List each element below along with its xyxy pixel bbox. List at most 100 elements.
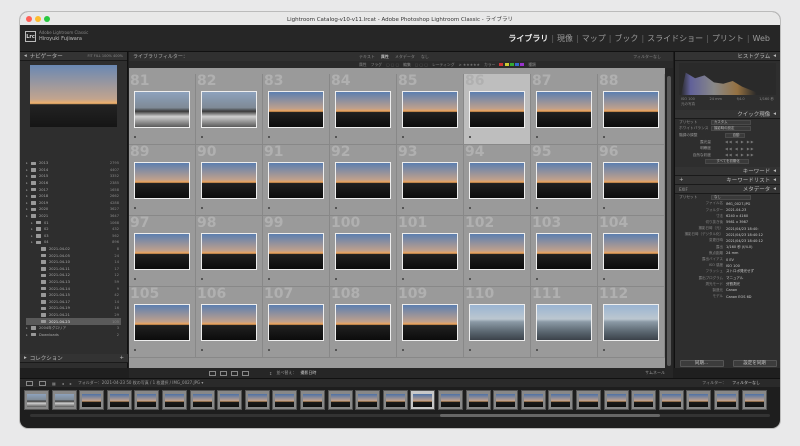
sync-settings-button[interactable]: 設定を同期 <box>732 359 777 367</box>
module-0[interactable]: ライブラリ <box>508 33 548 44</box>
second-window-icon[interactable] <box>39 380 46 386</box>
badge-icon[interactable] <box>603 349 605 351</box>
photo-thumbnail[interactable] <box>201 91 257 128</box>
module-1[interactable]: 現像 <box>557 33 573 44</box>
navigator-header[interactable]: ◂ ナビゲーター FIT FILL 100% 400% <box>20 52 127 61</box>
compare-view-icon[interactable] <box>231 370 238 376</box>
edit-icons[interactable]: ▢ ▢ ▢ <box>415 62 428 67</box>
badge-icon[interactable] <box>134 278 136 280</box>
filmstrip-scrollbar[interactable] <box>30 414 770 417</box>
folder-item[interactable]: ▸ 2014 4407 <box>26 167 121 174</box>
module-3[interactable]: ブック <box>614 33 638 44</box>
module-6[interactable]: Web <box>753 34 770 43</box>
photo-thumbnail[interactable] <box>402 162 458 199</box>
photo-thumbnail[interactable] <box>536 162 592 199</box>
filmstrip-thumb[interactable] <box>272 390 298 410</box>
filmstrip-thumb[interactable] <box>686 390 712 410</box>
folder-item[interactable]: ▸ 01 1068 <box>26 219 121 226</box>
badge-icon[interactable] <box>402 207 404 209</box>
navigator-zoom-options[interactable]: FIT FILL 100% 400% <box>88 54 123 58</box>
forward-arrow-icon[interactable]: ▸ <box>70 381 72 386</box>
grid-cell[interactable]: 97 <box>129 216 196 287</box>
grid-cell[interactable]: 89 <box>129 145 196 216</box>
histogram-header[interactable]: ヒストグラム ◂ <box>675 52 780 61</box>
grid-cell[interactable]: 87 <box>531 74 598 145</box>
grid-cell[interactable]: 112 <box>598 287 665 358</box>
qd-step-arrows-icon[interactable]: ◀◀ ◀ ▶ ▶▶ <box>725 153 755 157</box>
photo-thumbnail[interactable] <box>201 233 257 270</box>
grid-cell[interactable]: 84 <box>330 74 397 145</box>
qd-step-arrows-icon[interactable]: ◀◀ ◀ ▶ ▶▶ <box>725 147 755 151</box>
zoom-window-button[interactable] <box>44 16 50 22</box>
filmstrip-thumb[interactable] <box>300 390 325 410</box>
filter-tab[interactable]: 属性 <box>381 54 389 60</box>
grid-cell[interactable]: 82 <box>196 74 263 145</box>
filmstrip-thumb[interactable] <box>493 390 519 410</box>
minimize-window-button[interactable] <box>35 16 41 22</box>
filmstrip-thumb[interactable] <box>576 390 601 410</box>
filmstrip-thumb[interactable] <box>520 390 546 410</box>
qd-preset-select[interactable]: カスタム <box>711 119 751 125</box>
photo-thumbnail[interactable] <box>268 162 324 199</box>
loupe-view-icon[interactable] <box>220 370 227 376</box>
photo-thumbnail[interactable] <box>268 91 324 128</box>
grid-cell[interactable]: 95 <box>531 145 598 216</box>
folder-item[interactable]: ▸ 2015 3352 <box>26 173 121 180</box>
folder-item[interactable]: ▸ 2017 1658 <box>26 186 121 193</box>
grid-cell[interactable]: 105 <box>129 287 196 358</box>
metadata-mode[interactable]: EXIF <box>679 187 688 192</box>
grid-cell[interactable]: 108 <box>330 287 397 358</box>
grid-cell[interactable]: 81 <box>129 74 196 145</box>
filmstrip-filter-value[interactable]: フィルターなし <box>732 380 760 386</box>
photo-thumbnail[interactable] <box>469 91 525 128</box>
badge-icon[interactable] <box>402 278 404 280</box>
grid-cell[interactable]: 90 <box>196 145 263 216</box>
folder-item[interactable]: 2021-04-17 14 <box>26 298 121 305</box>
photo-thumbnail[interactable] <box>201 304 257 341</box>
photo-thumbnail[interactable] <box>536 91 592 128</box>
grid-cell[interactable]: 92 <box>330 145 397 216</box>
grid-scroll-thumb[interactable] <box>667 76 671 366</box>
photo-thumbnail[interactable] <box>335 304 391 341</box>
photo-thumbnail[interactable] <box>335 91 391 128</box>
photo-thumbnail[interactable] <box>134 91 190 128</box>
grid-cell[interactable]: 99 <box>263 216 330 287</box>
attr-edit[interactable]: 編集 <box>403 62 411 68</box>
filmstrip-thumb[interactable] <box>189 390 215 410</box>
photo-thumbnail[interactable] <box>402 91 458 128</box>
badge-icon[interactable] <box>469 278 471 280</box>
qd-wb-select[interactable]: 撮影時の設定 <box>711 126 751 132</box>
filmstrip-thumb[interactable] <box>79 390 105 410</box>
folder-item[interactable]: ▸ 2013 2795 <box>26 160 121 167</box>
filmstrip-path[interactable]: フォルダー：2021-04-23 50 枚の写真 / 1 枚選択 / IMG_0… <box>78 380 204 386</box>
color-label-swatches[interactable] <box>499 62 525 67</box>
flag-icons[interactable]: ▢ ▢ ▢ <box>386 62 399 67</box>
metadata-header[interactable]: EXIF メタデータ ◂ <box>675 185 780 195</box>
grid-cell[interactable]: 83 <box>263 74 330 145</box>
folder-item[interactable]: ▸ 2016 2385 <box>26 180 121 187</box>
folder-item[interactable]: 2021-04-15 42 <box>26 292 121 299</box>
photo-thumbnail[interactable] <box>469 304 525 341</box>
photo-thumbnail[interactable] <box>536 304 592 341</box>
photo-thumbnail[interactable] <box>268 233 324 270</box>
badge-icon[interactable] <box>536 278 538 280</box>
module-4[interactable]: スライドショー <box>647 33 703 44</box>
grid-cell[interactable]: 103 <box>531 216 598 287</box>
badge-icon[interactable] <box>469 136 471 138</box>
attr-kind[interactable]: 種類 <box>528 62 536 68</box>
badge-icon[interactable] <box>402 349 404 351</box>
filmstrip-thumb[interactable] <box>465 390 491 410</box>
grid-cell[interactable]: 96 <box>598 145 665 216</box>
photo-thumbnail[interactable] <box>134 304 190 341</box>
close-window-button[interactable] <box>26 16 32 22</box>
folder-item[interactable]: 2021-04-19 16 <box>26 305 121 312</box>
add-keyword-icon[interactable]: + <box>679 177 684 183</box>
filter-tab[interactable]: テキスト <box>359 54 375 60</box>
filmstrip-thumb[interactable] <box>631 390 657 410</box>
badge-icon[interactable] <box>134 349 136 351</box>
grid-cell[interactable]: 102 <box>464 216 531 287</box>
grid-cell[interactable]: 107 <box>263 287 330 358</box>
photo-thumbnail[interactable] <box>335 233 391 270</box>
folder-item[interactable]: ▸ 2020 3627 <box>26 206 121 213</box>
rating-stars-icon[interactable]: ≥ ★★★★★ <box>459 62 480 67</box>
